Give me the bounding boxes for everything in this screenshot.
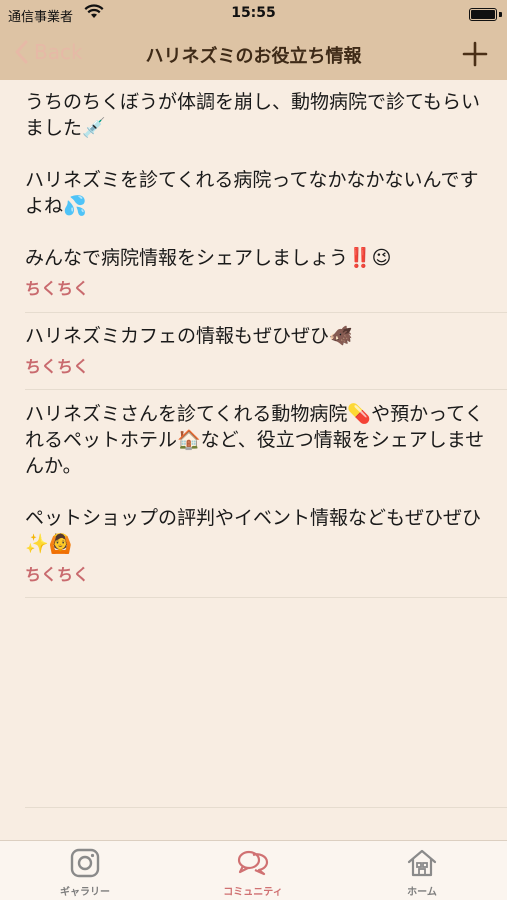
divider [25, 597, 507, 598]
page-title: ハリネズミのお役立ち情報 [145, 46, 362, 67]
battery-tip [499, 12, 502, 17]
post-text: ハリネズミさんを診てくれる動物病院💊や預かってくれるペットホテル🏠など、役立つ情… [25, 403, 485, 555]
post-author: ちくちく [25, 357, 90, 376]
status-bar: 通信事業者 15:55 [0, 0, 507, 30]
home-icon [407, 849, 437, 877]
list-item[interactable]: ハリネズミカフェの情報もぜひぜひ🐗 ちくちく [25, 323, 507, 377]
battery-icon [469, 8, 497, 21]
list-item[interactable]: ハリネズミさんを診てくれる動物病院💊や預かってくれるペットホテル🏠など、役立つ情… [25, 401, 507, 585]
navigation-bar: Back ハリネズミのお役立ち情報 [0, 30, 507, 80]
tab-bar: ギャラリー コミュニティ ホーム [0, 840, 507, 900]
instagram-icon [70, 848, 100, 878]
clock: 15:55 [231, 5, 276, 21]
list-item[interactable]: うちのちくぼうが体調を崩し、動物病院で診てもらいました💉 ハリネズミを診てくれる… [25, 89, 507, 299]
post-author: ちくちく [25, 565, 90, 584]
divider [25, 312, 507, 313]
tab-gallery[interactable]: ギャラリー [25, 847, 145, 898]
chat-bubbles-icon [237, 850, 269, 876]
tab-home[interactable]: ホーム [362, 847, 482, 898]
post-text: ハリネズミカフェの情報もぜひぜひ🐗 [25, 325, 353, 347]
post-author: ちくちく [25, 279, 90, 298]
tab-label: コミュニティ [223, 887, 283, 898]
divider [25, 807, 507, 808]
add-post-button[interactable] [461, 40, 489, 68]
post-text: うちのちくぼうが体調を崩し、動物病院で診てもらいました💉 ハリネズミを診てくれる… [25, 91, 481, 269]
divider [25, 389, 507, 390]
tab-label: ギャラリー [60, 887, 110, 898]
post-list[interactable]: うちのちくぼうが体調を崩し、動物病院で診てもらいました💉 ハリネズミを診てくれる… [0, 80, 507, 840]
tab-label: ホーム [407, 887, 437, 898]
tab-community[interactable]: コミュニティ [193, 847, 313, 898]
